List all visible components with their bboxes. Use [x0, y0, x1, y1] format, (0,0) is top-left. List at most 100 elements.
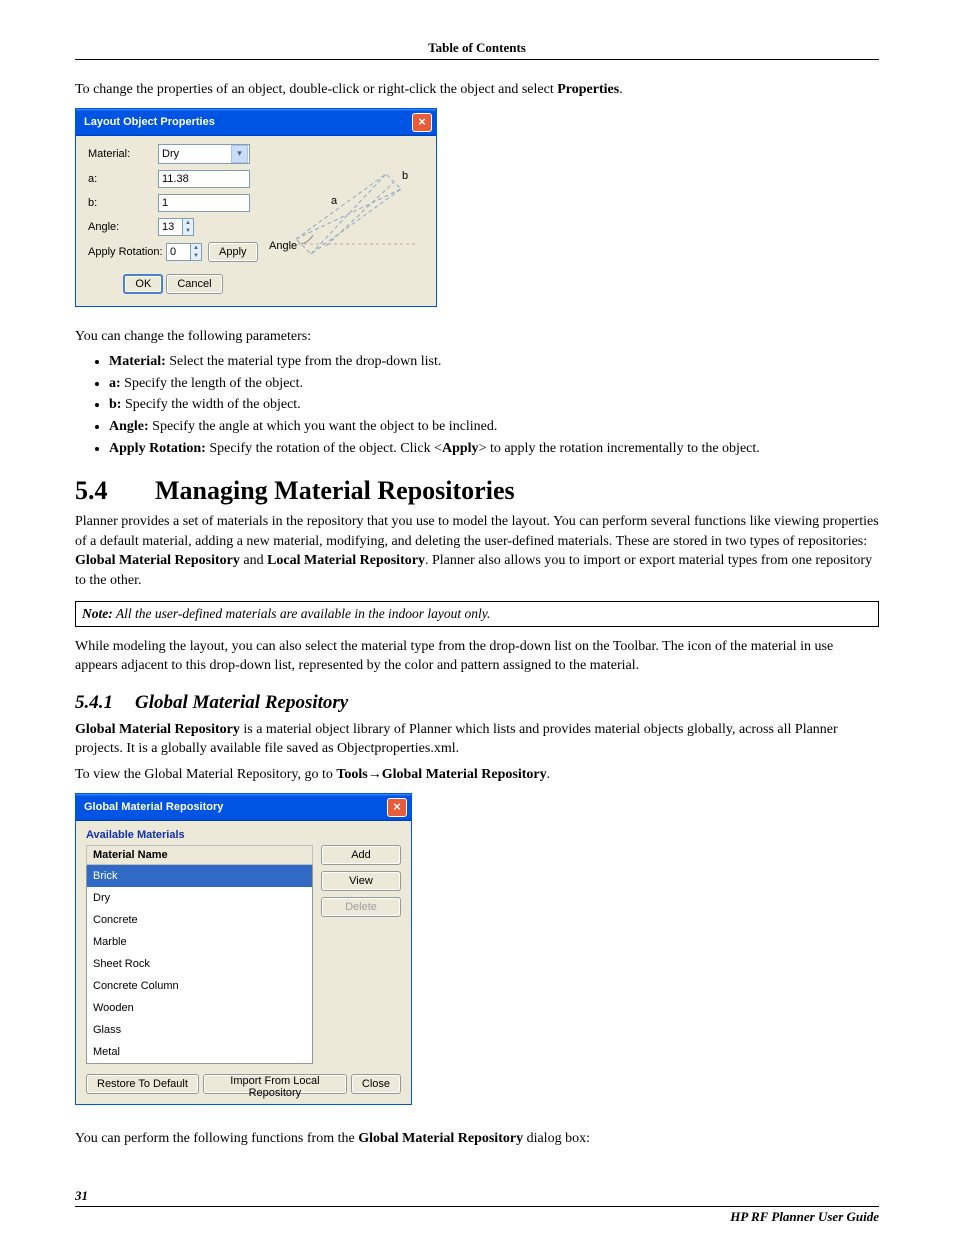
after-dlg2-p: You can perform the following functions …: [75, 1129, 879, 1149]
a-field[interactable]: [158, 170, 250, 188]
sec54-p2: While modeling the layout, you can also …: [75, 637, 879, 676]
close-icon[interactable]: ×: [387, 798, 407, 817]
intro-text-after: .: [619, 82, 623, 97]
svg-text:b: b: [402, 170, 408, 182]
param-desc: Select the material type from the drop-d…: [166, 354, 442, 369]
rotation-field[interactable]: [166, 243, 190, 261]
param-name: a:: [109, 376, 121, 391]
rotation-stepper[interactable]: ▲▼: [166, 243, 202, 261]
text: dialog box:: [523, 1131, 590, 1146]
param-desc: Specify the rotation of the object. Clic…: [206, 441, 442, 456]
list-item: Apply Rotation: Specify the rotation of …: [109, 439, 879, 459]
param-desc-after: > to apply the rotation incrementally to…: [479, 441, 760, 456]
dialog2-title: Global Material Repository: [84, 801, 223, 813]
sec54-p1: Planner provides a set of materials in t…: [75, 512, 879, 590]
param-desc: Specify the length of the object.: [121, 376, 303, 391]
param-apply-bold: Apply: [442, 441, 479, 456]
angle-stepper[interactable]: ▲▼: [158, 218, 194, 236]
cancel-button[interactable]: Cancel: [166, 274, 222, 294]
delete-button: Delete: [321, 897, 401, 917]
header-toc: Table of Contents: [75, 40, 879, 60]
text-bold: Global Material Repository: [358, 1131, 523, 1146]
ok-button[interactable]: OK: [123, 274, 163, 294]
column-header[interactable]: Material Name: [87, 845, 313, 864]
material-name-cell[interactable]: Wooden: [87, 997, 313, 1019]
material-name-cell[interactable]: Glass: [87, 1019, 313, 1041]
material-name-cell[interactable]: Marble: [87, 931, 313, 953]
b-field[interactable]: [158, 194, 250, 212]
section-number: 5.4: [75, 476, 155, 506]
intro-paragraph: To change the properties of an object, d…: [75, 80, 879, 100]
material-select[interactable]: Dry ▾: [158, 144, 250, 164]
close-button[interactable]: Close: [351, 1074, 401, 1094]
table-row[interactable]: Marble: [87, 931, 313, 953]
import-local-button[interactable]: Import From Local Repository: [203, 1074, 347, 1094]
intro-text-bold: Properties: [557, 82, 619, 97]
apply-button[interactable]: Apply: [208, 242, 258, 262]
global-material-repository-dialog: Global Material Repository × Available M…: [75, 793, 412, 1105]
list-item: a: Specify the length of the object.: [109, 374, 879, 394]
params-lead: You can change the following parameters:: [75, 327, 879, 347]
object-diagram: a b Angle: [266, 144, 426, 294]
list-item: Angle: Specify the angle at which you wa…: [109, 417, 879, 437]
material-name-cell[interactable]: Concrete Column: [87, 975, 313, 997]
add-button[interactable]: Add: [321, 845, 401, 865]
table-row[interactable]: Dry: [87, 887, 313, 909]
angle-field[interactable]: [158, 218, 182, 236]
angle-label: Angle:: [88, 221, 158, 233]
material-name-cell[interactable]: Sheet Rock: [87, 953, 313, 975]
text: You can perform the following functions …: [75, 1131, 358, 1146]
section-5-4-1-heading: 5.4.1Global Material Repository: [75, 692, 879, 714]
svg-text:a: a: [331, 195, 338, 207]
material-name-cell[interactable]: Concrete: [87, 909, 313, 931]
spin-up-icon[interactable]: ▲: [183, 219, 193, 227]
material-name-cell[interactable]: Brick: [87, 864, 313, 887]
a-label: a:: [88, 173, 158, 185]
svg-text:Angle: Angle: [269, 240, 297, 252]
param-name: Angle:: [109, 419, 149, 434]
close-icon[interactable]: ×: [412, 113, 432, 132]
param-name: b:: [109, 397, 121, 412]
note-box: Note: All the user-defined materials are…: [75, 601, 879, 627]
list-item: b: Specify the width of the object.: [109, 395, 879, 415]
spin-up-icon[interactable]: ▲: [191, 244, 201, 252]
intro-text-before: To change the properties of an object, d…: [75, 82, 557, 97]
spin-down-icon[interactable]: ▼: [191, 252, 201, 260]
material-value: Dry: [162, 148, 179, 160]
material-name-cell[interactable]: Dry: [87, 887, 313, 909]
table-row[interactable]: Wooden: [87, 997, 313, 1019]
apply-rotation-label: Apply Rotation:: [88, 246, 166, 258]
table-row[interactable]: Metal: [87, 1041, 313, 1064]
text-bold: Global Material Repository: [75, 553, 240, 568]
text-bold: Local Material Repository: [267, 553, 425, 568]
available-materials-label: Available Materials: [86, 829, 401, 841]
sec541-p1: Global Material Repository is a material…: [75, 720, 879, 759]
table-row[interactable]: Concrete: [87, 909, 313, 931]
text: and: [240, 553, 267, 568]
sec541-p2: To view the Global Material Repository, …: [75, 765, 879, 785]
dialog1-title: Layout Object Properties: [84, 116, 215, 128]
table-row[interactable]: Brick: [87, 864, 313, 887]
spin-down-icon[interactable]: ▼: [183, 227, 193, 235]
view-button[interactable]: View: [321, 871, 401, 891]
params-list: Material: Select the material type from …: [75, 352, 879, 458]
arrow-icon: →: [368, 767, 382, 782]
table-row[interactable]: Concrete Column: [87, 975, 313, 997]
list-item: Material: Select the material type from …: [109, 352, 879, 372]
section-title: Managing Material Repositories: [155, 476, 515, 505]
subsection-number: 5.4.1: [75, 692, 135, 714]
layout-object-properties-dialog: Layout Object Properties × Material: Dry…: [75, 108, 437, 307]
note-text: All the user-defined materials are avail…: [113, 606, 491, 621]
text-bold: Global Material Repository: [382, 767, 547, 782]
param-desc: Specify the width of the object.: [121, 397, 300, 412]
text: .: [547, 767, 551, 782]
material-name-cell[interactable]: Metal: [87, 1041, 313, 1064]
text: To view the Global Material Repository, …: [75, 767, 336, 782]
table-row[interactable]: Sheet Rock: [87, 953, 313, 975]
restore-default-button[interactable]: Restore To Default: [86, 1074, 199, 1094]
chevron-down-icon[interactable]: ▾: [231, 145, 248, 163]
table-row[interactable]: Glass: [87, 1019, 313, 1041]
materials-table[interactable]: Material Name BrickDryConcreteMarbleShee…: [86, 845, 313, 1064]
note-label: Note:: [82, 606, 113, 621]
text-bold: Global Material Repository: [75, 722, 240, 737]
